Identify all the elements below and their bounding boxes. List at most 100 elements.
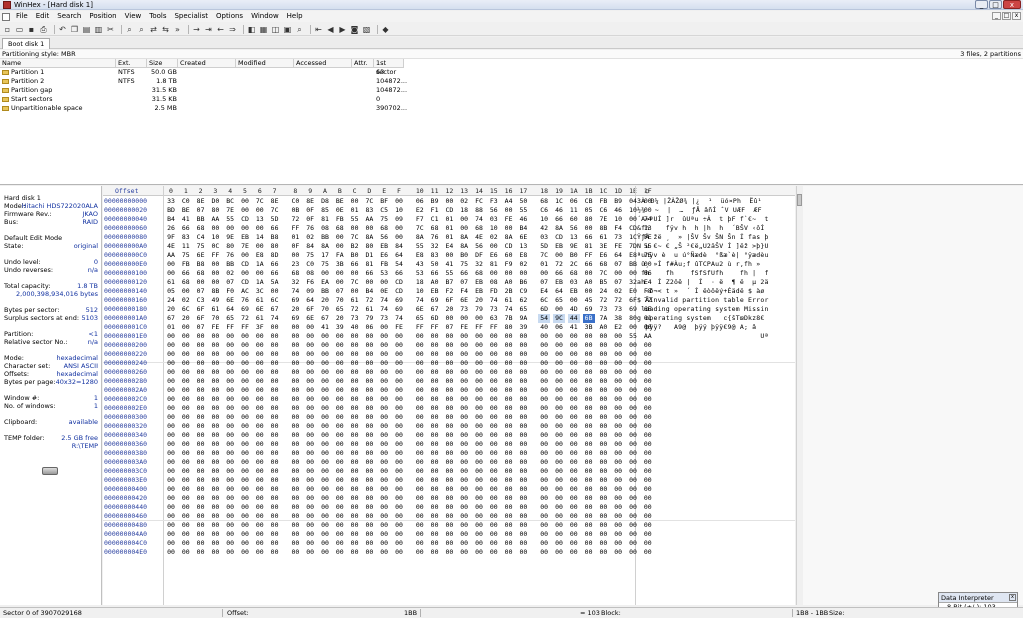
hex-byte[interactable]: 00	[538, 386, 550, 395]
hex-byte[interactable]: 00	[517, 341, 529, 350]
hex-byte[interactable]: 74	[503, 305, 515, 314]
hex-byte[interactable]: 00	[429, 521, 441, 530]
hex-byte[interactable]: C9	[517, 287, 529, 296]
hex-byte[interactable]: 00	[553, 485, 565, 494]
hex-byte[interactable]: 00	[443, 503, 455, 512]
hex-byte[interactable]: 23	[289, 260, 301, 269]
hex-byte[interactable]: 50	[429, 260, 441, 269]
hex-byte[interactable]: C3	[195, 296, 207, 305]
hex-byte[interactable]: 00	[224, 512, 236, 521]
hex-byte[interactable]: 00	[568, 404, 580, 413]
hex-byte[interactable]: 00	[165, 494, 177, 503]
hex-byte[interactable]: 00	[195, 494, 207, 503]
replace-hex-icon[interactable]: ⇆	[161, 25, 170, 34]
doc-restore-button[interactable]: □	[1002, 12, 1011, 20]
hex-byte[interactable]: 00	[304, 431, 316, 440]
hex-byte[interactable]: 00	[597, 485, 609, 494]
hex-byte[interactable]: 00	[568, 494, 580, 503]
hex-byte[interactable]: 00	[165, 503, 177, 512]
hex-byte[interactable]: 00	[429, 449, 441, 458]
hex-byte[interactable]: 00	[393, 422, 405, 431]
hex-byte[interactable]: 00	[393, 197, 405, 206]
hex-byte[interactable]: 00	[583, 485, 595, 494]
hex-byte[interactable]: 00	[334, 449, 346, 458]
hex-byte[interactable]: 00	[319, 395, 331, 404]
hex-byte[interactable]: FE	[503, 215, 515, 224]
hex-byte[interactable]: 63	[488, 314, 500, 323]
hex-byte[interactable]: CD	[393, 278, 405, 287]
hex-byte[interactable]: 00	[319, 431, 331, 440]
hex-byte[interactable]: 00	[254, 512, 266, 521]
hex-byte[interactable]: E2	[414, 206, 426, 215]
find-hex-icon[interactable]: ⌕	[137, 25, 146, 34]
hex-byte[interactable]: 00	[393, 476, 405, 485]
hex-byte[interactable]: 66	[429, 269, 441, 278]
hex-byte[interactable]: 00	[429, 431, 441, 440]
hex-byte[interactable]: 00	[254, 224, 266, 233]
hex-byte[interactable]: 00	[239, 548, 251, 557]
hex-byte[interactable]: 00	[393, 413, 405, 422]
hex-byte[interactable]: 00	[414, 395, 426, 404]
hex-byte[interactable]: 03	[488, 215, 500, 224]
hex-byte[interactable]: 00	[239, 251, 251, 260]
hex-byte[interactable]: 80	[363, 242, 375, 251]
hex-byte[interactable]: 00	[488, 512, 500, 521]
hex-byte[interactable]: 00	[334, 422, 346, 431]
hex-byte[interactable]: 66	[180, 224, 192, 233]
hex-byte[interactable]: 00	[583, 269, 595, 278]
hex-byte[interactable]: 00	[612, 485, 624, 494]
hex-byte[interactable]: 00	[165, 467, 177, 476]
hex-byte[interactable]: 72	[612, 296, 624, 305]
hex-byte[interactable]: 00	[597, 395, 609, 404]
hex-byte[interactable]: 00	[538, 467, 550, 476]
hex-byte[interactable]: 00	[209, 404, 221, 413]
hex-byte[interactable]: 00	[568, 467, 580, 476]
hex-byte[interactable]: 00	[503, 332, 515, 341]
hex-byte[interactable]: 75	[319, 260, 331, 269]
hex-byte[interactable]: 00	[254, 539, 266, 548]
hex-byte[interactable]: 00	[538, 440, 550, 449]
hex-byte[interactable]: 72	[239, 314, 251, 323]
hex-byte[interactable]: 00	[612, 332, 624, 341]
hex-byte[interactable]: 64	[553, 287, 565, 296]
hex-byte[interactable]: 00	[239, 350, 251, 359]
hex-byte[interactable]: 00	[195, 458, 207, 467]
hex-byte[interactable]: 46	[517, 215, 529, 224]
hex-byte[interactable]: FE	[612, 242, 624, 251]
prev-sector-icon[interactable]: ⇤	[314, 25, 323, 34]
hex-byte[interactable]: 00	[583, 458, 595, 467]
hex-byte[interactable]: 00	[334, 512, 346, 521]
hex-byte[interactable]: 00	[568, 485, 580, 494]
hex-byte[interactable]: 00	[289, 458, 301, 467]
hex-byte[interactable]: 00	[289, 413, 301, 422]
hex-byte[interactable]: 00	[180, 512, 192, 521]
hex-byte[interactable]: 00	[180, 341, 192, 350]
hex-byte[interactable]: 00	[269, 404, 281, 413]
hex-byte[interactable]: 00	[642, 449, 654, 458]
hex-byte[interactable]: 74	[289, 287, 301, 296]
hex-byte[interactable]: 65	[517, 305, 529, 314]
hex-byte[interactable]: 00	[414, 512, 426, 521]
hex-byte[interactable]: 81	[319, 215, 331, 224]
hex-byte[interactable]: 61	[165, 278, 177, 287]
column-header-1st-sector[interactable]: 1st sector	[374, 59, 404, 76]
hex-byte[interactable]: 74	[414, 296, 426, 305]
hex-byte[interactable]: 00	[429, 332, 441, 341]
hex-byte[interactable]: 69	[393, 296, 405, 305]
hex-byte[interactable]: 00	[488, 269, 500, 278]
hex-byte[interactable]: 00	[180, 350, 192, 359]
hex-byte[interactable]: 73	[488, 305, 500, 314]
hex-byte[interactable]: 7C	[363, 197, 375, 206]
hex-byte[interactable]: 1A	[254, 260, 266, 269]
undo-icon[interactable]: ↶	[58, 25, 67, 34]
hex-byte[interactable]: 00	[269, 458, 281, 467]
hex-byte[interactable]: 00	[239, 485, 251, 494]
hex-byte[interactable]: 00	[319, 512, 331, 521]
hex-byte[interactable]: 00	[429, 494, 441, 503]
hex-byte[interactable]: 00	[304, 494, 316, 503]
hex-byte[interactable]: 00	[642, 341, 654, 350]
hex-byte[interactable]: 11	[180, 242, 192, 251]
hex-byte[interactable]: 00	[209, 539, 221, 548]
hex-byte[interactable]: 00	[239, 269, 251, 278]
hex-byte[interactable]: 00	[363, 395, 375, 404]
